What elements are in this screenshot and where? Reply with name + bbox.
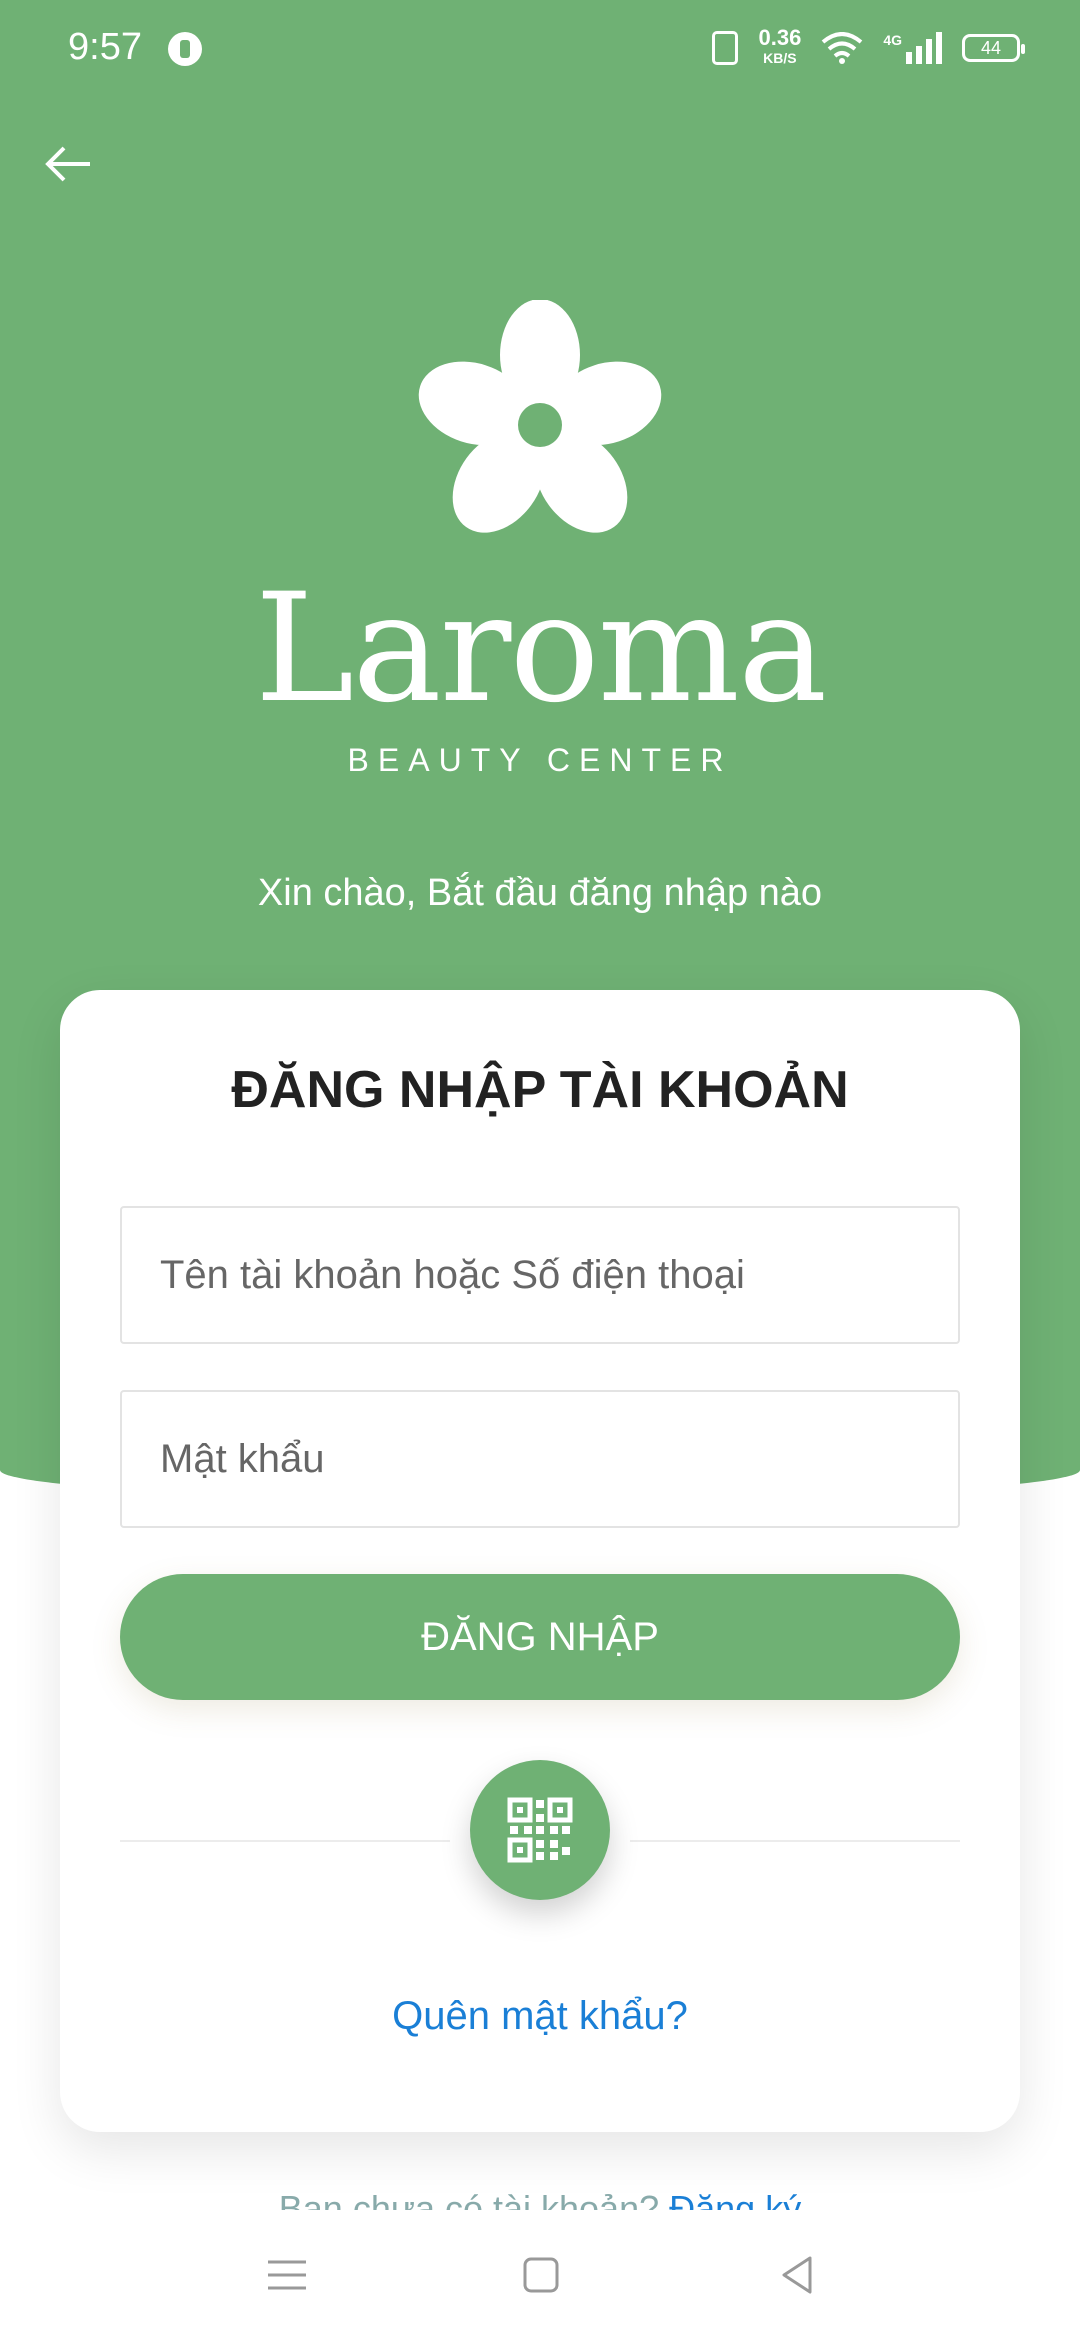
register-prompt: Bạn chưa có tài khoản? Đăng ký — [0, 2188, 1080, 2210]
wifi-icon — [822, 32, 863, 64]
network-speed-value: 0.36 — [758, 25, 802, 50]
cell-signal-icon: 4G — [883, 32, 942, 64]
username-input[interactable] — [120, 1206, 960, 1344]
password-input[interactable] — [120, 1390, 960, 1528]
login-card: ĐĂNG NHẬP TÀI KHOẢN ĐĂNG NHẬP — [60, 990, 1020, 2132]
brand-logo: Laroma BEAUTY CENTER — [0, 300, 1080, 779]
divider-right — [630, 1840, 960, 1842]
status-bar: 9:57 0.36 KB/S 4G 44 — [0, 0, 1080, 96]
login-button[interactable]: ĐĂNG NHẬP — [120, 1574, 960, 1700]
back-triangle-icon[interactable] — [772, 2250, 822, 2300]
forgot-password-link[interactable]: Quên mật khẩu? — [60, 1994, 1020, 2039]
menu-icon[interactable] — [262, 2250, 312, 2300]
flower-logo-icon — [418, 300, 662, 533]
brand-name: Laroma — [254, 562, 828, 736]
battery-icon: 44 — [962, 34, 1025, 62]
status-icons: 0.36 KB/S 4G 44 — [712, 25, 1025, 68]
qr-code-icon — [507, 1797, 573, 1863]
register-prompt-text: Bạn chưa có tài khoản? — [278, 2188, 660, 2210]
notification-app-icon — [168, 32, 202, 66]
qr-login-button[interactable] — [470, 1760, 610, 1900]
cell-signal-label: 4G — [883, 32, 902, 48]
network-speed: 0.36 KB/S — [758, 25, 802, 68]
status-time: 9:57 — [68, 26, 142, 68]
login-title: ĐĂNG NHẬP TÀI KHOẢN — [231, 1061, 849, 1119]
back-arrow-icon[interactable] — [40, 138, 96, 194]
greeting-text: Xin chào, Bắt đầu đăng nhập nào — [257, 872, 823, 914]
register-link[interactable]: Đăng ký — [669, 2188, 801, 2210]
divider-left — [120, 1840, 450, 1842]
system-navigation-bar — [0, 2210, 1080, 2340]
network-speed-unit: KB/S — [763, 50, 797, 66]
vibrate-icon — [712, 31, 739, 65]
brand-subtitle: BEAUTY CENTER — [347, 742, 733, 778]
home-square-icon[interactable] — [516, 2250, 566, 2300]
